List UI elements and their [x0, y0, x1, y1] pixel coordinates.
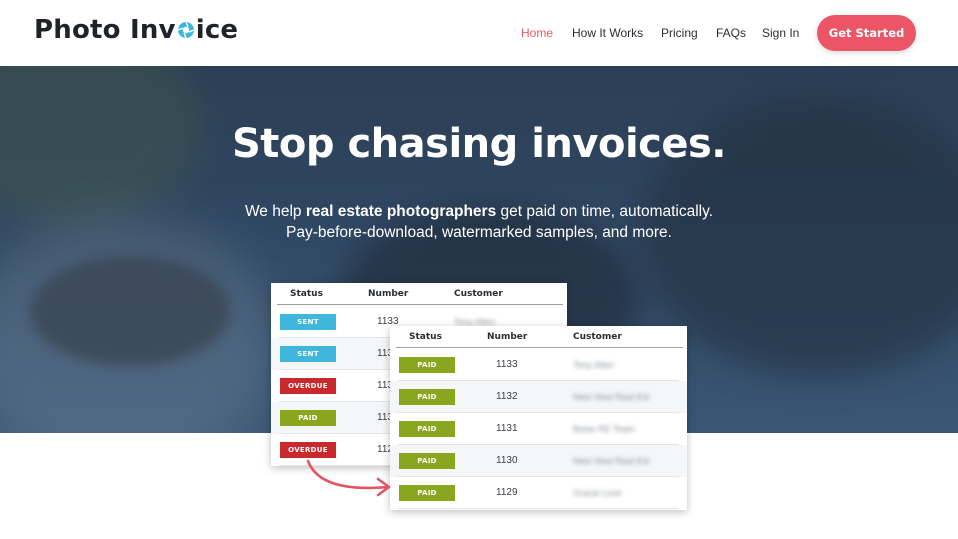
status-badge: PAID — [399, 389, 455, 405]
hero-line1-pre: We help — [244, 203, 306, 220]
nav-pricing[interactable]: Pricing — [661, 26, 698, 40]
invoice-number: 1130 — [496, 455, 518, 466]
status-badge: PAID — [399, 357, 455, 373]
site-header: Photo Inv ice Home How It Works Pricing F… — [0, 0, 958, 66]
get-started-button[interactable]: Get Started — [817, 15, 916, 51]
status-badge: PAID — [280, 410, 336, 426]
hero-subtitle-line2: Pay-before-download, watermarked samples… — [286, 224, 672, 241]
brand-name-end: ice — [195, 15, 239, 45]
table-row[interactable]: PAID 1129 Gracie Love — [390, 477, 687, 509]
invoice-number: 1131 — [496, 423, 518, 434]
invoice-number: 1129 — [496, 487, 518, 498]
row-divider — [398, 508, 679, 509]
status-badge: SENT — [280, 314, 336, 330]
column-header-customer: Customer — [454, 289, 503, 299]
status-badge: OVERDUE — [280, 378, 336, 394]
status-badge: PAID — [399, 485, 455, 501]
table-row[interactable]: PAID 1133 Tony Allen — [390, 349, 687, 381]
table-row[interactable]: PAID 1132 New View Real Est — [390, 381, 687, 413]
hero-subtitle-line1: We help real estate photographers get pa… — [0, 203, 958, 221]
customer-name: Tony Allen — [573, 360, 615, 370]
column-header-customer: Customer — [573, 332, 622, 342]
nav-home[interactable]: Home — [521, 26, 553, 40]
status-badge: PAID — [399, 453, 455, 469]
status-badge: PAID — [399, 421, 455, 437]
customer-name: Boise RE Team — [573, 424, 635, 434]
status-badge: SENT — [280, 346, 336, 362]
column-header-number: Number — [487, 332, 528, 342]
customer-name: Gracie Love — [573, 488, 622, 498]
hero-line1-bold: real estate photographers — [305, 203, 497, 220]
invoice-table-after: Status Number Customer PAID 1133 Tony Alle… — [390, 326, 687, 510]
nav-faqs[interactable]: FAQs — [716, 26, 746, 40]
customer-name: New View Real Est — [573, 392, 650, 402]
hero-bg-light — [0, 216, 280, 433]
brand-logo[interactable]: Photo Inv ice — [34, 15, 238, 45]
table-row[interactable]: PAID 1131 Boise RE Team — [390, 413, 687, 445]
customer-name: New View Real Est — [573, 456, 650, 466]
column-header-number: Number — [368, 289, 409, 299]
header-divider — [396, 347, 683, 348]
nav-sign-in[interactable]: Sign In — [762, 26, 799, 40]
camera-shutter-icon — [177, 16, 195, 39]
nav-how-it-works[interactable]: How It Works — [572, 26, 643, 40]
table-row[interactable]: PAID 1130 New View Real Est — [390, 445, 687, 477]
column-header-status: Status — [409, 332, 442, 342]
hero-title: Stop chasing invoices. — [232, 121, 727, 167]
curved-arrow-icon — [306, 459, 391, 497]
hero-line1-post: get paid on time, automatically. — [496, 203, 714, 220]
brand-name-start: Photo Inv — [34, 15, 176, 45]
invoice-number: 1132 — [496, 391, 518, 402]
column-header-status: Status — [290, 289, 323, 299]
invoice-number: 1133 — [496, 359, 518, 370]
header-divider — [277, 304, 563, 305]
